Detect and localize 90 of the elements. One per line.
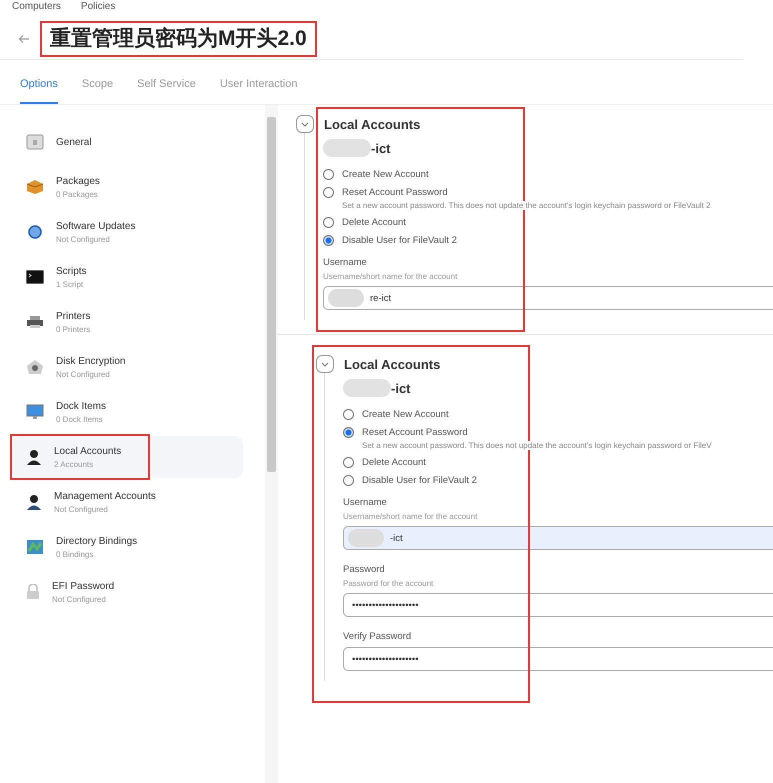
sidebar-item-subtitle: Not Configured bbox=[56, 370, 111, 378]
input-field[interactable]: -ict bbox=[343, 526, 773, 550]
sidebar-item-label: General bbox=[56, 136, 92, 148]
box-icon bbox=[26, 179, 44, 195]
sidebar-item-label: Scripts bbox=[56, 266, 87, 276]
section-title: Local Accounts bbox=[344, 356, 440, 372]
radio-button[interactable] bbox=[343, 427, 354, 438]
house-icon bbox=[26, 359, 44, 375]
sidebar-item-label: Software Updates bbox=[56, 220, 136, 232]
sidebar-item-label: Local Accounts bbox=[54, 446, 122, 456]
input-field[interactable]: re-ict bbox=[323, 286, 773, 310]
sidebar-item[interactable]: Printers 0 Printers bbox=[12, 301, 243, 343]
sidebar-item-label: Disk Encryption bbox=[56, 356, 126, 366]
sidebar-item[interactable]: General bbox=[12, 121, 243, 163]
chevron-down-icon bbox=[321, 362, 329, 366]
sidebar-item-label: Packages bbox=[56, 176, 100, 186]
field-hint: Password for the account bbox=[343, 579, 434, 588]
sidebar-item[interactable]: Software Updates Not Configured bbox=[12, 211, 243, 253]
terminal-icon bbox=[26, 270, 44, 284]
section-title: Local Accounts bbox=[324, 116, 420, 132]
sidebar-item-label: EFI Password bbox=[52, 580, 114, 592]
sidebar-item-subtitle: Not Configured bbox=[52, 594, 107, 604]
window-icon bbox=[26, 134, 44, 150]
radio-option[interactable]: Disable User for FileVault 2 bbox=[323, 235, 773, 246]
radio-option[interactable]: Disable User for FileVault 2 bbox=[343, 475, 773, 486]
radio-option[interactable]: Delete Account bbox=[323, 217, 773, 228]
sidebar-item[interactable]: Packages 0 Packages bbox=[12, 166, 243, 208]
radio-button[interactable] bbox=[343, 457, 354, 468]
map-icon bbox=[26, 539, 44, 555]
sidebar-item-subtitle: 0 Dock Items bbox=[56, 414, 104, 424]
back-arrow-icon[interactable] bbox=[18, 33, 30, 45]
sidebar-item[interactable]: EFI Password Not Configured bbox=[12, 571, 243, 613]
sidebar-item-subtitle: 2 Accounts bbox=[54, 460, 94, 468]
field-hint: Username/short name for the account bbox=[323, 272, 458, 281]
redaction-blur bbox=[343, 379, 391, 397]
sidebar-item-label: Dock Items bbox=[56, 400, 106, 412]
radio-option[interactable]: Create New Account bbox=[343, 409, 773, 420]
redaction-blur bbox=[348, 529, 384, 547]
option-description: Set a new account password. This does not update the account's login keychain password or FileV bbox=[362, 441, 712, 450]
radio-option[interactable]: Create New Account bbox=[323, 169, 773, 180]
globe-icon bbox=[26, 224, 44, 240]
radio-button[interactable] bbox=[343, 475, 354, 486]
sidebar-item[interactable]: Management Accounts Not Configured bbox=[12, 481, 243, 523]
sidebar-item-subtitle: 0 Bindings bbox=[56, 550, 94, 558]
radio-option[interactable]: Reset Account Password Set a new account password. This does not update the account's login keychain password or FileVault 2 bbox=[323, 187, 773, 210]
radio-button[interactable] bbox=[323, 235, 334, 246]
field-label: Password bbox=[343, 564, 386, 575]
breadcrumb-link[interactable]: Policies bbox=[80, 1, 116, 15]
sidebar-item-label: Printers bbox=[56, 310, 90, 322]
person-icon bbox=[26, 494, 42, 510]
account-name: -ict bbox=[371, 140, 390, 156]
person-icon bbox=[26, 449, 42, 465]
input-field[interactable]: •••••••••••••••••••• bbox=[343, 593, 773, 617]
redaction-blur bbox=[328, 289, 364, 307]
collapse-chevron-button[interactable] bbox=[296, 115, 314, 133]
scrollbar[interactable] bbox=[265, 105, 278, 783]
input-field[interactable]: •••••••••••••••••••• bbox=[343, 647, 773, 671]
sidebar-item[interactable]: Local Accounts 2 Accounts bbox=[12, 436, 243, 478]
field-label: Verify Password bbox=[343, 631, 412, 642]
sidebar-item[interactable]: Scripts 1 Script bbox=[12, 256, 243, 298]
sidebar-item-subtitle: 1 Script bbox=[56, 280, 84, 288]
field-label: Username bbox=[343, 497, 388, 508]
radio-button[interactable] bbox=[323, 169, 334, 180]
chevron-down-icon bbox=[301, 122, 309, 126]
field-label: Username bbox=[323, 257, 368, 268]
option-description: Set a new account password. This does not update the account's login keychain password or FileVault 2 bbox=[342, 201, 711, 210]
sidebar-item[interactable]: Dock Items 0 Dock Items bbox=[12, 391, 243, 433]
radio-option[interactable]: Delete Account bbox=[343, 457, 773, 468]
tab[interactable]: Options bbox=[20, 78, 58, 104]
redaction-blur bbox=[323, 139, 371, 157]
sidebar-item[interactable]: Directory Bindings 0 Bindings bbox=[12, 526, 243, 568]
sidebar-item-subtitle: 0 Printers bbox=[56, 324, 90, 334]
sidebar-item-label: Management Accounts bbox=[54, 490, 156, 502]
sidebar-item-label: Directory Bindings bbox=[56, 536, 138, 546]
lock-icon bbox=[26, 584, 40, 600]
breadcrumb-link[interactable]: Computers bbox=[12, 1, 61, 15]
printer-icon bbox=[26, 315, 44, 329]
collapse-chevron-button[interactable] bbox=[316, 355, 334, 373]
radio-button[interactable] bbox=[343, 409, 354, 420]
sidebar-item[interactable]: Disk Encryption Not Configured bbox=[12, 346, 243, 388]
radio-option[interactable]: Reset Account Password Set a new account password. This does not update the account's login keychain password or FileV bbox=[343, 427, 773, 450]
account-name: -ict bbox=[391, 380, 410, 396]
page-title: 重置管理员密码为M开头2.0 bbox=[40, 21, 317, 57]
radio-button[interactable] bbox=[323, 217, 334, 228]
field-hint: Username/short name for the account bbox=[343, 512, 478, 521]
sidebar-item-subtitle: Not Configured bbox=[54, 504, 109, 514]
monitor-icon bbox=[26, 404, 44, 420]
radio-button[interactable] bbox=[323, 187, 334, 198]
sidebar-item-subtitle: 0 Packages bbox=[56, 190, 99, 198]
sidebar-item-subtitle: Not Configured bbox=[56, 234, 111, 244]
